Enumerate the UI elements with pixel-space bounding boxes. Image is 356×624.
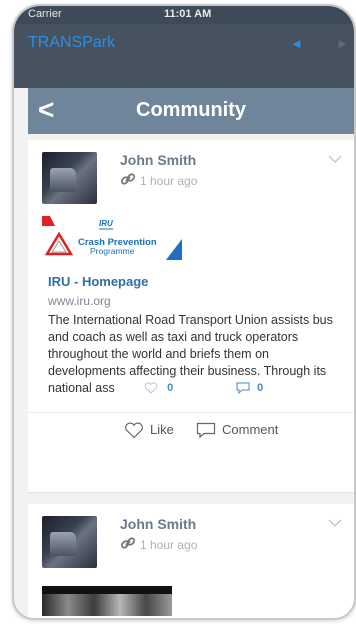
carrier-label: Carrier [28, 8, 62, 20]
post-author[interactable]: John Smith [120, 516, 196, 532]
app-title[interactable]: TRANSPark [28, 34, 115, 52]
link-url[interactable]: www.iru.org [48, 294, 111, 308]
link-preview-logo[interactable]: IRU Crash Prevention Programme [42, 216, 192, 272]
post-actions: Like Comment [28, 422, 354, 448]
comment-count[interactable]: 0 [236, 382, 263, 395]
avatar[interactable] [42, 516, 97, 568]
clock: 11:01 AM [164, 8, 212, 20]
post-image[interactable] [42, 586, 172, 616]
link-title[interactable]: IRU - Homepage [48, 274, 148, 289]
post-timestamp: 1 hour ago [140, 538, 198, 552]
svg-text:Programme: Programme [90, 246, 135, 256]
comment-button[interactable]: Comment [196, 422, 278, 439]
app-header: TRANSPark ◄ ► [14, 24, 354, 88]
phone-frame: Carrier 11:01 AM TRANSPark ◄ ► < Communi… [12, 4, 356, 620]
comment-icon [196, 422, 216, 439]
avatar[interactable] [42, 152, 97, 204]
page-title: Community [136, 99, 246, 121]
title-bar: < Community [28, 88, 354, 134]
post-stats: 0 0 [28, 382, 354, 404]
heart-icon [144, 382, 158, 394]
chevron-down-icon[interactable] [328, 518, 342, 528]
comment-icon [236, 382, 250, 395]
chevron-down-icon[interactable] [328, 154, 342, 164]
post-card: John Smith 1 hour ago [28, 504, 354, 618]
heart-icon [125, 422, 143, 439]
post-author[interactable]: John Smith [120, 152, 196, 168]
nav-arrow-icon[interactable]: ◄ [290, 36, 303, 51]
status-bar: Carrier 11:01 AM [14, 6, 354, 24]
iru-logo: IRU Crash Prevention Programme [42, 216, 182, 260]
post-timestamp: 1 hour ago [140, 174, 198, 188]
divider [28, 412, 354, 413]
svg-text:IRU: IRU [99, 219, 113, 228]
nav-arrow-icon[interactable]: ► [336, 36, 349, 51]
post-card: John Smith 1 hour ago IRU Crash Preventi… [28, 140, 354, 493]
like-count[interactable]: 0 [144, 382, 173, 394]
like-button[interactable]: Like [124, 422, 174, 439]
